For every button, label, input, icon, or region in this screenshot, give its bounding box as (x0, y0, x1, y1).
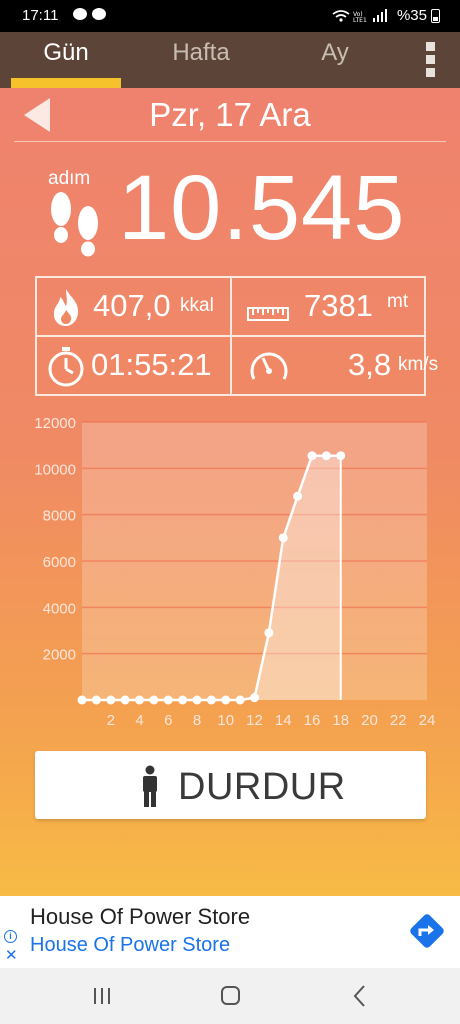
distance-stat: 7381 mt (232, 278, 425, 335)
x-tick-label: 24 (419, 712, 436, 729)
data-point (163, 695, 173, 705)
data-point (293, 491, 303, 501)
recent-apps-icon[interactable] (92, 987, 112, 1005)
data-point (278, 533, 288, 543)
x-tick-label: 12 (246, 712, 263, 729)
signal-icons: Vo) LTE1 (332, 8, 387, 23)
data-point (250, 693, 259, 703)
y-tick-label: 4000 (43, 600, 76, 617)
person-icon (143, 765, 157, 807)
svg-text:LTE1: LTE1 (353, 17, 367, 23)
data-point (120, 695, 130, 705)
data-point (77, 695, 87, 705)
x-tick-label: 14 (275, 712, 292, 729)
tab-month-label: Ay (321, 39, 349, 66)
tab-day[interactable]: Gün (11, 32, 121, 88)
calories-stat: 407,0 kkal (37, 278, 230, 335)
data-point (149, 695, 159, 705)
data-point (221, 695, 231, 705)
ruler-icon (247, 307, 289, 321)
flame-icon (53, 289, 79, 326)
main-content: Pzr, 17 Ara adım 10.545 407,0 kkal 7381 … (0, 88, 460, 896)
date-row: Pzr, 17 Ara (14, 88, 446, 142)
stopwatch-icon (48, 347, 84, 387)
x-tick-label: 10 (217, 712, 234, 729)
x-tick-label: 4 (135, 712, 143, 729)
y-tick-label: 6000 (43, 554, 76, 571)
tab-bar: Gün Hafta Ay (0, 32, 460, 88)
data-point (206, 695, 216, 705)
tab-week-label: Hafta (172, 39, 230, 66)
data-point (192, 695, 202, 705)
data-point (135, 695, 144, 705)
data-point (178, 695, 188, 705)
data-point (235, 695, 245, 705)
date-label: Pzr, 17 Ara (149, 96, 311, 133)
x-tick-label: 8 (193, 712, 201, 729)
ad-close-icon[interactable]: ✕ (5, 946, 18, 964)
system-nav-bar (0, 968, 460, 1024)
data-point (106, 695, 116, 705)
speedometer-icon (250, 352, 288, 380)
speed-stat: 3,8 km/s (232, 337, 438, 394)
stats-grid: 407,0 kkal 7381 mt 01:55:21 3,8 km/s (35, 276, 438, 396)
data-point (264, 628, 274, 638)
x-tick-label: 16 (304, 712, 321, 729)
overflow-menu-icon[interactable] (418, 42, 442, 78)
calories-value: 407,0 (93, 288, 171, 323)
battery-percent: %35 (396, 7, 427, 24)
duration-stat: 01:55:21 (37, 337, 230, 394)
y-tick-label: 2000 (43, 647, 76, 664)
data-point (336, 451, 346, 461)
y-tick-label: 10000 (34, 461, 76, 478)
speed-unit: km/s (398, 354, 439, 375)
x-tick-label: 20 (361, 712, 378, 729)
status-bar: 17:11 Vo) LTE1 %35 (0, 0, 460, 32)
speed-value: 3,8 (348, 347, 392, 382)
x-tick-label: 6 (164, 712, 172, 729)
chat-notification-icon (73, 8, 106, 20)
directions-icon[interactable] (408, 912, 446, 950)
calories-unit: kkal (180, 295, 214, 316)
tab-day-label: Gün (43, 39, 89, 66)
y-tick-label: 12000 (34, 415, 76, 432)
step-chart: 200040006000800010000120002 4 6 8 10 12 14 16 18… (34, 415, 436, 729)
ad-banner[interactable]: i ✕ House Of Power Store House Of Power … (0, 896, 460, 968)
duration-value: 01:55:21 (91, 347, 212, 382)
ad-info-icon[interactable]: i (4, 930, 17, 943)
tab-week[interactable]: Hafta (146, 32, 256, 88)
data-point (91, 695, 101, 705)
distance-value: 7381 (304, 288, 373, 323)
y-tick-label: 8000 (43, 508, 76, 525)
tab-indicator (11, 78, 121, 88)
home-icon[interactable] (221, 986, 240, 1005)
stop-button-label: DURDUR (178, 766, 346, 808)
back-icon[interactable] (350, 984, 370, 1008)
x-tick-label: 18 (332, 712, 349, 729)
steps-label: adım (48, 168, 91, 189)
data-point (321, 451, 331, 461)
battery-icon (431, 8, 440, 23)
data-point (307, 451, 317, 461)
ad-title: House Of Power Store (30, 904, 251, 929)
distance-unit: mt (387, 291, 409, 312)
ad-subtitle[interactable]: House Of Power Store (30, 934, 230, 957)
footprints-icon (51, 192, 98, 257)
tab-month[interactable]: Ay (280, 32, 390, 88)
steps-count: 10.545 (118, 157, 406, 259)
x-tick-label: 2 (107, 712, 115, 729)
x-tick-label: 22 (390, 712, 407, 729)
status-time: 17:11 (22, 7, 59, 24)
notification-icons (72, 6, 110, 25)
stop-button[interactable]: DURDUR (35, 751, 426, 819)
